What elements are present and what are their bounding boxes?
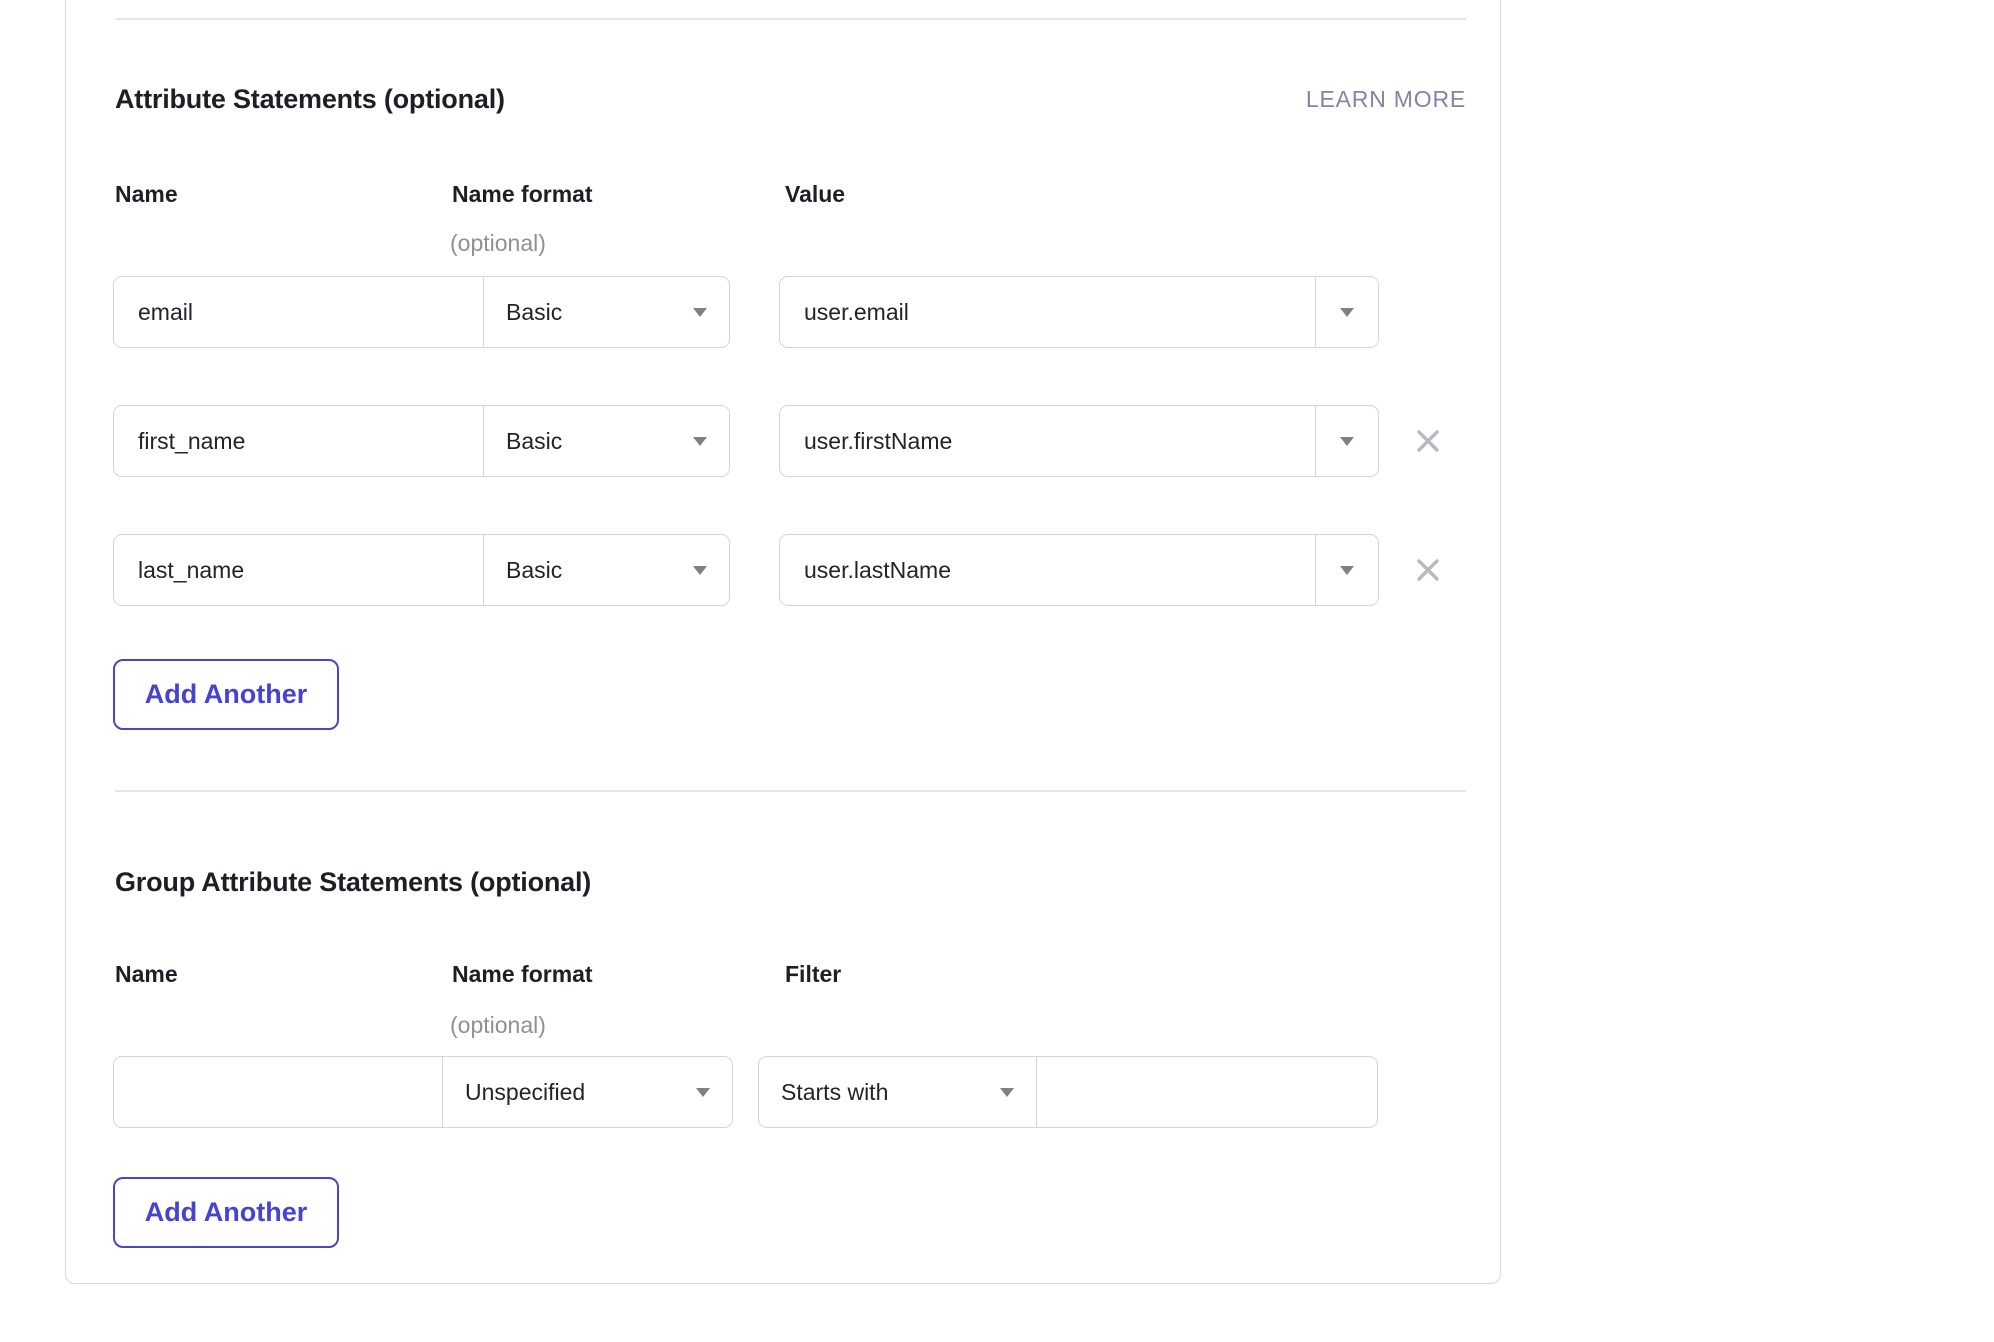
chevron-down-icon bbox=[696, 1088, 710, 1097]
attribute-value-input[interactable] bbox=[780, 406, 1316, 476]
chevron-down-icon bbox=[1340, 308, 1354, 317]
name-format-optional-note: (optional) bbox=[450, 230, 546, 257]
group-name-format-select[interactable]: Unspecified bbox=[442, 1057, 732, 1127]
group-name-format-group: Unspecified bbox=[113, 1056, 733, 1128]
column-header-name: Name bbox=[115, 181, 178, 208]
value-dropdown-toggle[interactable] bbox=[1316, 535, 1378, 605]
attribute-value-input[interactable] bbox=[780, 277, 1316, 347]
attribute-row: Basic bbox=[115, 534, 1466, 606]
value-dropdown-toggle[interactable] bbox=[1316, 277, 1378, 347]
attribute-name-input[interactable] bbox=[114, 277, 483, 347]
group-name-format-select-value: Unspecified bbox=[465, 1079, 585, 1106]
column-header-name-format: Name format bbox=[452, 961, 593, 988]
chevron-down-icon bbox=[693, 308, 707, 317]
attribute-row: Basic bbox=[115, 276, 1466, 348]
attribute-section-title: Attribute Statements (optional) bbox=[115, 84, 505, 115]
card-content: Attribute Statements (optional) LEARN MO… bbox=[115, 0, 1466, 1283]
name-format-group: Basic bbox=[113, 276, 730, 348]
group-column-headers: Name Name format Filter bbox=[115, 961, 1466, 989]
value-combo bbox=[779, 276, 1379, 348]
name-format-select-value: Basic bbox=[506, 299, 562, 326]
name-format-select[interactable]: Basic bbox=[483, 406, 729, 476]
remove-row-button[interactable] bbox=[1405, 418, 1451, 464]
name-format-group: Basic bbox=[113, 405, 730, 477]
attribute-section-header: Attribute Statements (optional) LEARN MO… bbox=[115, 81, 1466, 117]
filter-value-input[interactable] bbox=[1037, 1057, 1377, 1127]
add-group-attribute-button[interactable]: Add Another bbox=[113, 1177, 339, 1248]
top-divider bbox=[115, 18, 1466, 20]
name-format-select[interactable]: Basic bbox=[483, 535, 729, 605]
name-format-select[interactable]: Basic bbox=[483, 277, 729, 347]
attribute-name-input[interactable] bbox=[114, 535, 483, 605]
x-icon bbox=[1412, 425, 1444, 457]
value-combo bbox=[779, 534, 1379, 606]
group-filter-group: Starts with bbox=[758, 1056, 1378, 1128]
group-attribute-row: Unspecified Starts with bbox=[115, 1056, 1466, 1128]
saml-settings-card: Attribute Statements (optional) LEARN MO… bbox=[65, 0, 1501, 1284]
section-divider bbox=[115, 790, 1466, 792]
value-combo bbox=[779, 405, 1379, 477]
group-name-input[interactable] bbox=[114, 1057, 442, 1127]
attribute-name-input[interactable] bbox=[114, 406, 483, 476]
attribute-column-headers: Name Name format Value bbox=[115, 181, 1466, 209]
name-format-optional-note: (optional) bbox=[450, 1012, 546, 1039]
attribute-row: Basic bbox=[115, 405, 1466, 477]
learn-more-link[interactable]: LEARN MORE bbox=[1306, 86, 1466, 113]
attribute-value-input[interactable] bbox=[780, 535, 1316, 605]
add-attribute-button[interactable]: Add Another bbox=[113, 659, 339, 730]
filter-type-select-value: Starts with bbox=[781, 1079, 888, 1106]
column-header-value: Value bbox=[785, 181, 845, 208]
chevron-down-icon bbox=[693, 566, 707, 575]
group-section-header: Group Attribute Statements (optional) bbox=[115, 864, 1466, 900]
chevron-down-icon bbox=[693, 437, 707, 446]
filter-type-select[interactable]: Starts with bbox=[759, 1057, 1037, 1127]
value-dropdown-toggle[interactable] bbox=[1316, 406, 1378, 476]
remove-row-button[interactable] bbox=[1405, 547, 1451, 593]
column-header-name: Name bbox=[115, 961, 178, 988]
chevron-down-icon bbox=[1340, 566, 1354, 575]
chevron-down-icon bbox=[1000, 1088, 1014, 1097]
name-format-group: Basic bbox=[113, 534, 730, 606]
chevron-down-icon bbox=[1340, 437, 1354, 446]
x-icon bbox=[1412, 554, 1444, 586]
name-format-select-value: Basic bbox=[506, 557, 562, 584]
group-section-title: Group Attribute Statements (optional) bbox=[115, 867, 591, 898]
name-format-select-value: Basic bbox=[506, 428, 562, 455]
column-header-name-format: Name format bbox=[452, 181, 593, 208]
column-header-filter: Filter bbox=[785, 961, 841, 988]
